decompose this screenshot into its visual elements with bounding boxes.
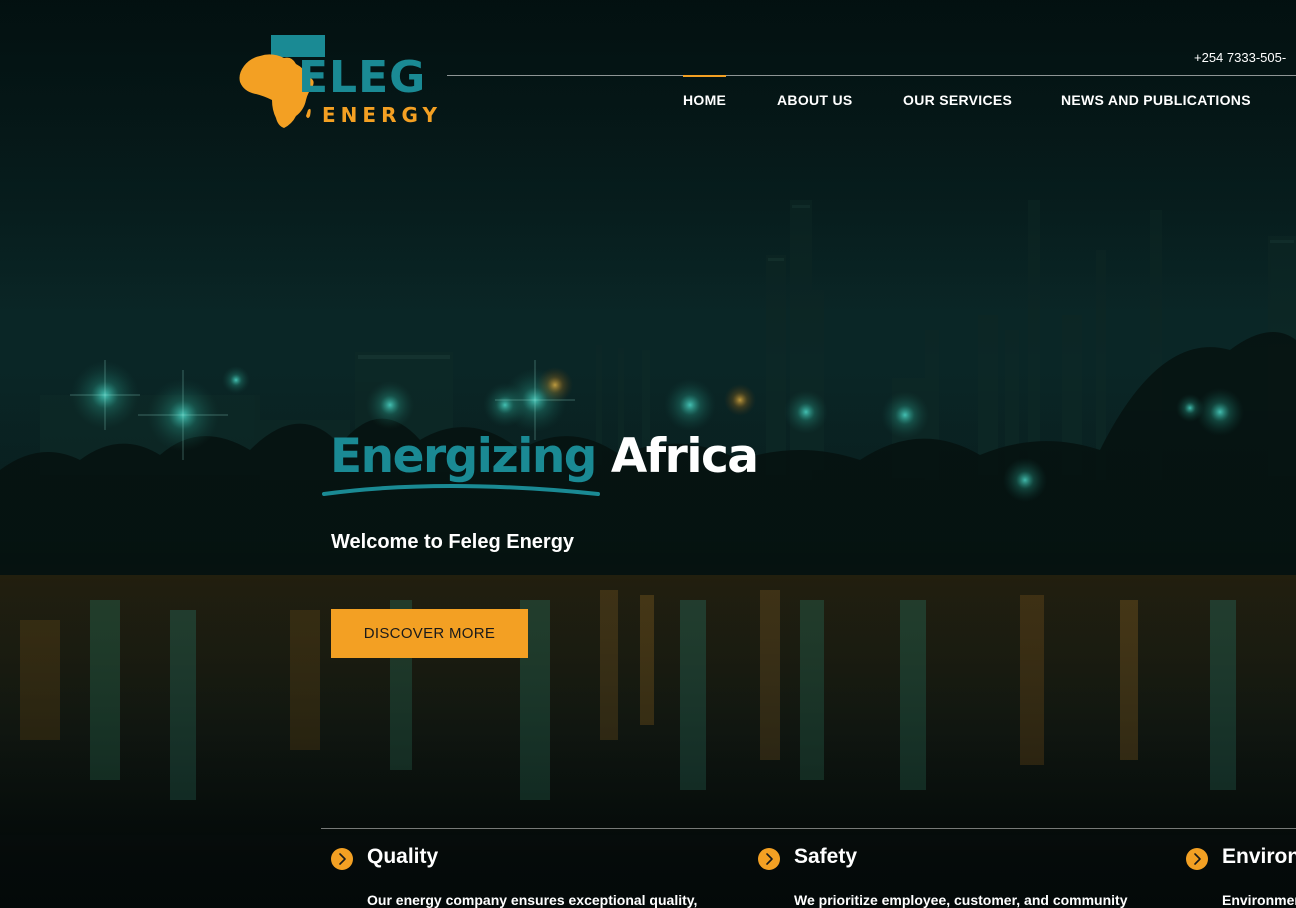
feature-title: Safety xyxy=(794,845,858,868)
feature-description: Our energy company ensures exceptional q… xyxy=(367,892,698,908)
logo-subtitle: ENERGY xyxy=(322,103,442,127)
feature-title: Quality xyxy=(367,845,439,868)
nav-item-news-and-publications[interactable]: NEWS AND PUBLICATIONS xyxy=(1061,75,1251,115)
feature-description: We prioritize employee, customer, and co… xyxy=(794,892,1128,908)
chevron-right-circle-icon xyxy=(1186,848,1208,870)
feature-quality: Quality Our energy company ensures excep… xyxy=(331,842,751,908)
feature-safety: Safety We prioritize employee, customer,… xyxy=(758,842,1178,908)
title-underline-swoosh xyxy=(322,484,600,496)
nav-item-our-services[interactable]: OUR SERVICES xyxy=(903,75,1012,115)
feature-environment: Environ Environmer xyxy=(1186,842,1296,908)
feature-title: Environ xyxy=(1222,845,1296,868)
nav-item-home[interactable]: HOME xyxy=(683,75,727,115)
phone-number[interactable]: +254 7333-505- xyxy=(1194,50,1286,66)
features-divider xyxy=(321,828,1296,829)
feature-description: Environmer xyxy=(1222,892,1296,908)
nav-item-about-us[interactable]: ABOUT US xyxy=(777,75,853,115)
logo[interactable]: ELEG ENERGY xyxy=(238,34,444,130)
chevron-right-circle-icon xyxy=(758,848,780,870)
hero-subtitle: Welcome to Feleg Energy xyxy=(331,531,575,553)
chevron-right-circle-icon xyxy=(331,848,353,870)
discover-more-button[interactable]: DISCOVER MORE xyxy=(331,609,528,658)
hero-title-rest: Africa xyxy=(610,429,759,484)
logo-wordmark: ELEG xyxy=(298,52,427,103)
